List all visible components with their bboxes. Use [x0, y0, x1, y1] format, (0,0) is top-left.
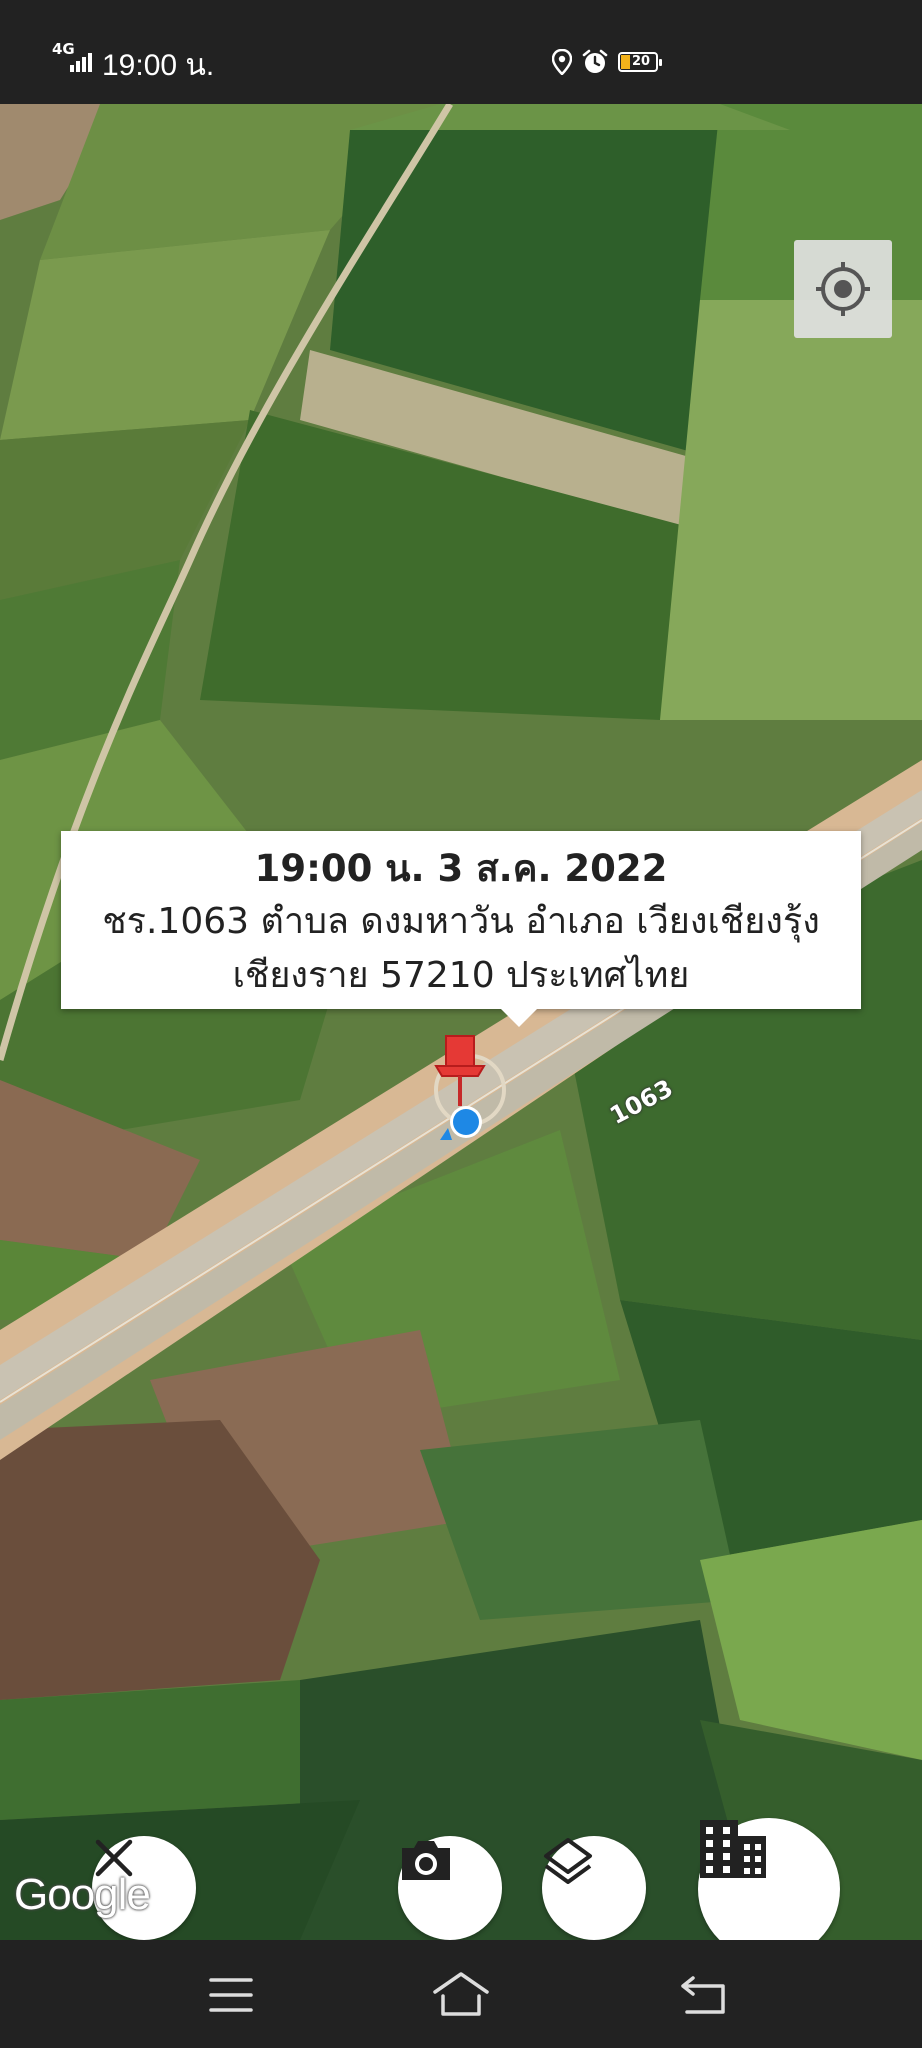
satellite-map[interactable]: 19:00 น. 3 ส.ค. 2022 ชร.1063 ตำบล ดงมหาว…	[0, 104, 922, 1940]
battery-icon: 20	[618, 52, 662, 72]
back-button[interactable]	[675, 1970, 735, 2020]
alarm-icon	[582, 49, 608, 73]
callout-address-line1: ชร.1063 ตำบล ดงมหาวัน อำเภอ เวียงเชียงรุ…	[102, 901, 820, 942]
building-icon	[700, 1820, 766, 1878]
status-time: 19:00 น.	[102, 49, 215, 82]
location-callout: 19:00 น. 3 ส.ค. 2022 ชร.1063 ตำบล ดงมหาว…	[61, 831, 861, 1027]
layers-icon	[544, 1838, 592, 1884]
my-location-button[interactable]	[794, 240, 892, 338]
callout-datetime: 19:00 น. 3 ส.ค. 2022	[254, 847, 668, 890]
callout-address-line2: เชียงราย 57210 ประเทศไทย	[232, 955, 690, 996]
camera-icon	[402, 1841, 450, 1880]
menu-icon	[209, 1978, 253, 2012]
home-icon	[433, 1972, 489, 2016]
satellite-imagery	[0, 104, 922, 1940]
camera-button[interactable]	[398, 1836, 502, 1940]
menu-button[interactable]	[201, 1970, 261, 2020]
signal-icon	[70, 50, 98, 72]
current-location-dot	[440, 1106, 482, 1140]
battery-level: 20	[632, 54, 651, 69]
google-attribution: Google	[14, 1870, 151, 1919]
my-location-icon	[816, 262, 870, 316]
back-icon	[681, 1976, 725, 2014]
navigation-bar	[0, 1940, 922, 2048]
layers-button[interactable]	[542, 1836, 646, 1940]
home-button[interactable]	[431, 1970, 491, 2020]
status-bar: 4G 19:00 น. 20	[0, 0, 922, 104]
location-icon	[552, 49, 572, 75]
